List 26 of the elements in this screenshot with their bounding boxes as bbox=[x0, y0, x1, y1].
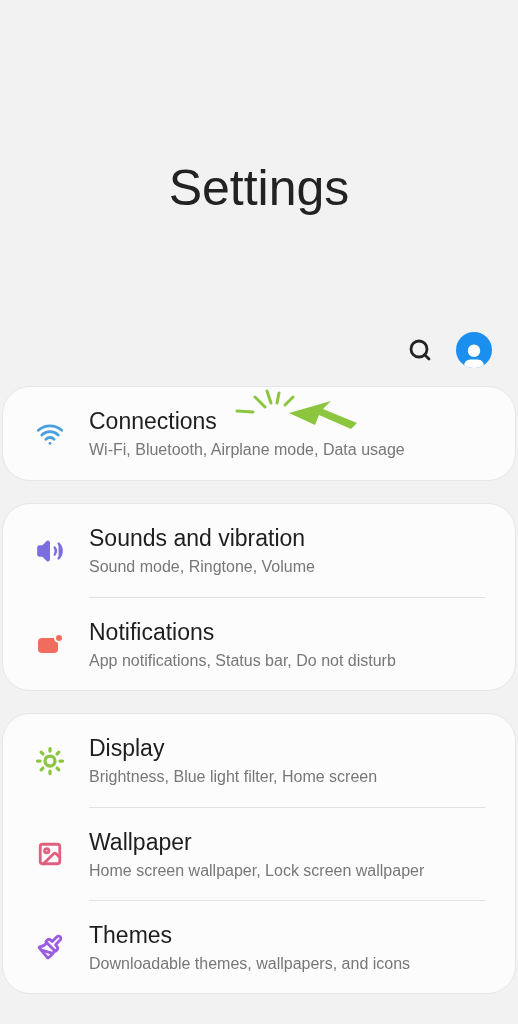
item-title: Notifications bbox=[89, 618, 215, 646]
item-subtitle: Home screen wallpaper, Lock screen wallpaper bbox=[89, 861, 425, 880]
search-button[interactable] bbox=[408, 338, 432, 362]
paintbrush-icon bbox=[37, 933, 63, 960]
settings-item[interactable]: Display Brightness, Blue light filter, Home screen bbox=[3, 714, 515, 807]
item-title: Sounds and vibration bbox=[89, 525, 306, 552]
search-icon bbox=[408, 338, 432, 362]
item-subtitle: Downloadable themes, wallpapers, and icons bbox=[89, 954, 411, 973]
notification-icon bbox=[36, 632, 64, 655]
item-subtitle: App notifications, Status bar, Do not disturb bbox=[89, 651, 396, 670]
settings-item[interactable]: Themes Downloadable themes, wallpapers, and icons bbox=[3, 900, 515, 993]
account-button[interactable] bbox=[456, 332, 492, 368]
settings-item[interactable]: Wallpaper Home screen wallpaper, Lock screen wallpaper bbox=[3, 807, 515, 900]
settings-item[interactable]: Connections Wi-Fi, Bluetooth, Airplane mode, Data usage bbox=[3, 387, 515, 480]
item-subtitle: Sound mode, Ringtone, Volume bbox=[89, 558, 315, 576]
settings-item[interactable]: Sounds and vibration Sound mode, Ringtone, Volume bbox=[3, 504, 515, 597]
sun-icon bbox=[35, 745, 65, 776]
item-title: Themes bbox=[89, 921, 173, 949]
item-subtitle: Brightness, Blue light filter, Home screen bbox=[89, 768, 378, 786]
item-title: Wallpaper bbox=[89, 828, 192, 856]
settings-item[interactable]: Notifications App notifications, Status bar, Do not disturb bbox=[3, 597, 515, 690]
item-title: Connections bbox=[89, 408, 217, 435]
item-title: Display bbox=[89, 735, 165, 762]
picture-icon bbox=[37, 840, 63, 867]
item-subtitle: Wi-Fi, Bluetooth, Airplane mode, Data usage bbox=[89, 441, 405, 459]
page-title: Settings bbox=[168, 159, 350, 218]
